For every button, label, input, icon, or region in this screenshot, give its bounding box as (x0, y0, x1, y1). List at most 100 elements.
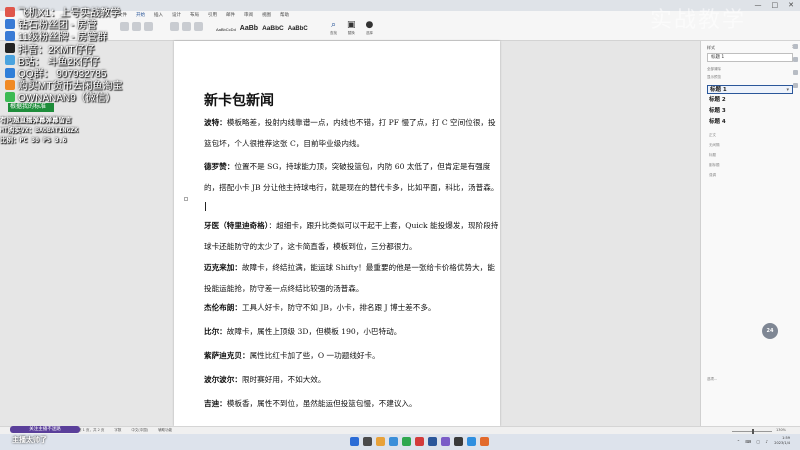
taskbar-app-icon[interactable] (428, 437, 437, 446)
taskbar-app-icon[interactable] (389, 437, 398, 446)
status-left: 第 1 页，共 2 页 字数 中文(中国) 辅助功能 (78, 428, 172, 433)
clear-all-option[interactable]: 全部清除 (707, 67, 721, 72)
replace-icon: ▣ (347, 20, 356, 30)
style-row-label: 标题 2 (709, 97, 726, 103)
paragraph-text: 工具人好卡，防守不如 JB，小卡，排名跟 J 博士差不多。 (241, 303, 436, 312)
bullets-button[interactable] (170, 22, 179, 31)
overlay-note-1: 有问题直播弹幕弹幕留言 (0, 116, 72, 124)
player-name: 牙医（特里迪奇格） (204, 221, 269, 230)
document-page[interactable]: 新卡包新闻 波特：模板略差，投射内线靠谱一点，内线也不错，打 PF 慢了点，打 … (174, 41, 500, 426)
player-name: 比尔： (204, 327, 227, 336)
tool-icon[interactable] (792, 83, 798, 88)
replace-button[interactable]: ▣ 替换 (347, 20, 356, 36)
style-heading-3[interactable]: AaBbC (288, 26, 308, 32)
tab-layout[interactable]: 布局 (190, 12, 199, 18)
select-label: 选择 (365, 31, 373, 35)
style-row-no-spacing[interactable]: 无间隔 (709, 143, 720, 148)
style-heading-2[interactable]: AaBbC (262, 25, 284, 32)
tool-icon[interactable] (792, 57, 798, 62)
tab-help[interactable]: 帮助 (280, 12, 289, 18)
document-paragraph[interactable]: 比尔：故障卡，属性上顶级 3D，但模板 190，小巴特动。 (204, 322, 500, 343)
style-row-heading-2[interactable]: 标题 2 (707, 96, 793, 105)
taskbar-app-icon[interactable] (415, 437, 424, 446)
document-paragraph[interactable]: 紫萨迪克贝：属性比红卡加了些，O 一功题线好卡。 (204, 346, 500, 367)
style-row-emphasis[interactable]: 强调 (709, 173, 716, 178)
style-row-heading-3[interactable]: 标题 3 (707, 107, 793, 116)
styles-gallery: AaBbCcDd AaBb AaBbC AaBbC (216, 20, 308, 32)
paragraph-text: 模板香，属性不到位，虽然能运但投篮包慢，不建议入。 (226, 399, 417, 408)
chevron-down-icon[interactable]: ▾ (786, 86, 789, 95)
ribbon-editing-group: ⌕ 查找 ▣ 替换 ● 选择 (330, 20, 373, 36)
style-row-title[interactable]: 标题 (709, 153, 716, 158)
styles-options-link[interactable]: 选项... (707, 377, 717, 382)
style-row-heading-4[interactable]: 标题 4 (707, 118, 793, 127)
taskbar-app-icon[interactable] (350, 437, 359, 446)
style-row-normal[interactable]: 正文 (709, 133, 716, 138)
taskbar-app-icon[interactable] (376, 437, 385, 446)
replace-label: 替换 (347, 31, 355, 35)
numbering-button[interactable] (182, 22, 191, 31)
word-count[interactable]: 字数 (114, 428, 121, 433)
tab-references[interactable]: 引用 (208, 12, 217, 18)
taskbar-app-icon[interactable] (480, 437, 489, 446)
document-paragraph[interactable]: 波尔波尔：限时赛好用，不如大效。 (204, 370, 500, 391)
show-preview-option[interactable]: 显示预览 (707, 75, 721, 80)
taskbar-app-icon[interactable] (402, 437, 411, 446)
current-style-box[interactable]: 标题 1 (707, 53, 793, 62)
paragraph-text: 故障卡，终结拉满，能运球 Shifty！最重要的他是一张给卡价格优势大，能投能运… (204, 263, 495, 293)
taskbar-app-icon[interactable] (363, 437, 372, 446)
paragraph-text: 故障卡，属性上顶级 3D，但模板 190，小巴特动。 (226, 327, 402, 336)
tab-view[interactable]: 视图 (262, 12, 271, 18)
text-cursor (205, 202, 206, 211)
document-paragraph[interactable]: 牙医（特里迪奇格）：超细卡，跟升比类似可以干起干上套，Quick 能投爆发，现阶… (204, 216, 500, 257)
clock[interactable]: 1:59 2023/1/4 (774, 436, 790, 446)
accessibility[interactable]: 辅助功能 (158, 428, 172, 433)
paragraph-text: 限时赛好用，不如大效。 (241, 375, 326, 384)
style-heading-1[interactable]: AaBb (240, 25, 258, 32)
document-title: 新卡包新闻 (204, 93, 274, 109)
taskbar: ⌃ ⌨ ▢ ♪ 1:59 2023/1/4 (0, 434, 800, 450)
live-follow-badge: 关注主播不迷路 (10, 426, 80, 433)
style-row-subtitle[interactable]: 副标题 (709, 163, 720, 168)
status-bar: 第 1 页，共 2 页 字数 中文(中国) 辅助功能 130% (0, 426, 800, 434)
maximize-button[interactable]: □ (772, 1, 779, 9)
system-tray-icons[interactable]: ⌃ ⌨ ▢ ♪ (737, 439, 770, 444)
document-paragraph[interactable]: 吉迪：模板香，属性不到位，虽然能运但投篮包慢，不建议入。 (204, 394, 500, 415)
tab-design[interactable]: 设计 (172, 12, 181, 18)
align-button[interactable] (194, 22, 203, 31)
tab-mailings[interactable]: 邮件 (226, 12, 235, 18)
platform-icon (5, 91, 15, 102)
style-normal[interactable]: AaBbCcDd (216, 27, 236, 32)
taskbar-app-icon[interactable] (454, 437, 463, 446)
document-paragraph[interactable]: 波特：模板略差，投射内线靠谱一点，内线也不错，打 PF 慢了点，打 C 空间位很… (204, 113, 500, 154)
select-button[interactable]: ● 选择 (366, 20, 374, 36)
taskbar-apps (350, 437, 489, 446)
zoom-level[interactable]: 130% (776, 428, 786, 432)
player-name: 波尔波尔： (204, 375, 242, 384)
tab-insert[interactable]: 插入 (154, 12, 163, 18)
paragraph-marker[interactable] (184, 197, 188, 201)
style-row-heading-1[interactable]: 标题 1 ▾ (707, 85, 793, 94)
tool-icon[interactable] (792, 44, 798, 49)
document-paragraph[interactable]: 德罗赞：位置不是 SG，持球能力顶，突破投篮包，内防 60 太低了，但肯定是有强… (204, 157, 500, 219)
document-paragraph[interactable]: 迈克来加：故障卡，终结拉满，能运球 Shifty！最重要的他是一张给卡价格优势大… (204, 258, 500, 299)
find-label: 查找 (330, 31, 337, 35)
page-count[interactable]: 第 1 页，共 2 页 (78, 428, 104, 433)
platform-icon (5, 6, 15, 17)
select-icon: ● (365, 20, 374, 30)
style-row-label: 标题 4 (709, 119, 726, 125)
style-row-label: 标题 3 (709, 108, 726, 114)
language[interactable]: 中文(中国) (131, 428, 148, 433)
overlay-note-3: 比例：PC 30 PS 3.6 (0, 136, 67, 144)
taskbar-app-icon[interactable] (441, 437, 450, 446)
tool-icon[interactable] (792, 70, 798, 75)
close-button[interactable]: ✕ (788, 1, 794, 9)
taskbar-app-icon[interactable] (467, 437, 476, 446)
find-button[interactable]: ⌕ 查找 (330, 20, 337, 36)
document-paragraph[interactable]: 杰伦布朗：工具人好卡，防守不如 JB，小卡，排名跟 J 博士差不多。 (204, 298, 500, 319)
underline-button[interactable] (144, 22, 153, 31)
floating-assistant-badge[interactable]: 24 (762, 323, 778, 339)
tab-review[interactable]: 审阅 (244, 12, 253, 18)
minimize-button[interactable]: — (755, 1, 762, 9)
watermark: 实战教学 (650, 8, 747, 33)
